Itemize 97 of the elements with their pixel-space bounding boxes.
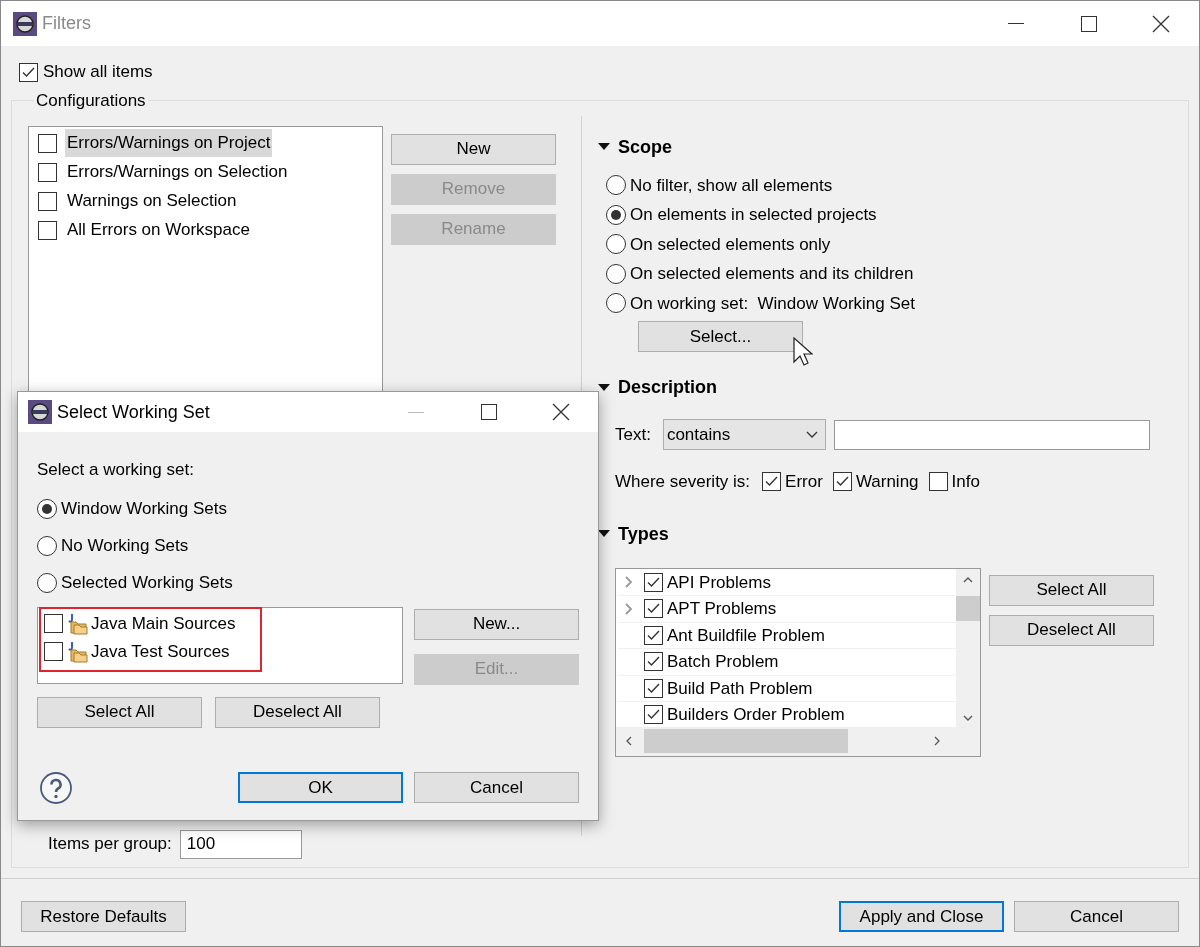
scroll-left-icon[interactable] [626, 736, 632, 746]
radio-button[interactable] [37, 499, 57, 519]
checkbox[interactable] [832, 472, 852, 492]
java-folder-icon [66, 640, 88, 663]
checkbox[interactable] [38, 191, 57, 211]
checkbox[interactable] [44, 614, 63, 633]
scrollbar-thumb[interactable] [644, 729, 848, 753]
checkbox[interactable] [644, 652, 663, 672]
maximize-icon[interactable] [1081, 15, 1097, 32]
expanded-triangle-icon[interactable] [598, 143, 610, 151]
app-icon [28, 400, 52, 424]
radio-label: No filter, show all elements [630, 174, 833, 197]
radio-button[interactable] [37, 536, 57, 556]
dialog-title: Select Working Set [57, 400, 210, 424]
match-dropdown[interactable]: contains [662, 419, 826, 450]
close-icon[interactable] [552, 403, 570, 421]
button[interactable]: Apply and Close [839, 901, 1004, 932]
checkbox-label: Warning [855, 471, 919, 493]
prompt-text: Select a working set: [37, 459, 195, 481]
expanded-triangle-icon[interactable] [598, 383, 610, 392]
radio-label: Window Working Sets [61, 498, 227, 521]
field-label: Text: [615, 423, 651, 446]
radio-label: On working set: Window Working Set [630, 292, 915, 315]
button[interactable]: New... [414, 608, 579, 640]
button[interactable]: OK [238, 772, 403, 803]
help-icon[interactable] [40, 771, 72, 804]
button[interactable]: Deselect All [215, 696, 380, 728]
maximize-icon[interactable] [481, 404, 497, 420]
window-title: Filters [42, 12, 91, 35]
radio-label: On selected elements and its children [630, 263, 914, 285]
field-label: Items per group: [48, 833, 172, 856]
tree-item[interactable]: APT Problems [667, 596, 777, 622]
scrollbar-thumb[interactable] [956, 595, 980, 621]
java-folder-icon [66, 612, 88, 635]
chevron-right-icon[interactable] [625, 602, 633, 615]
checkbox[interactable] [644, 599, 663, 619]
section-title: Description [618, 376, 718, 399]
list-item[interactable]: All Errors on Workspace [65, 216, 252, 244]
expanded-triangle-icon[interactable] [598, 530, 610, 538]
checkbox[interactable] [19, 62, 38, 82]
tree-item[interactable]: Batch Problem [667, 649, 779, 675]
checkbox[interactable] [38, 162, 57, 182]
vertical-scrollbar[interactable] [956, 568, 980, 727]
button[interactable]: Deselect All [989, 614, 1154, 646]
mouse-pointer-icon [793, 337, 813, 367]
field-label: Where severity is: [615, 471, 751, 493]
checkbox[interactable] [644, 625, 663, 645]
list-item[interactable]: Java Main Sources [91, 610, 236, 637]
checkbox[interactable] [644, 572, 663, 592]
checkbox[interactable] [38, 220, 57, 240]
radio-button[interactable] [606, 293, 626, 314]
radio-button[interactable] [606, 234, 626, 255]
checkbox[interactable] [644, 678, 663, 698]
radio-button[interactable] [606, 175, 626, 196]
radio-label: On selected elements only [630, 233, 831, 256]
section-title: Scope [618, 135, 673, 159]
button[interactable]: Cancel [1014, 901, 1179, 932]
radio-label: Selected Working Sets [61, 572, 233, 595]
list-item[interactable]: Errors/Warnings on Project [65, 129, 273, 157]
checkbox[interactable] [928, 472, 948, 492]
button[interactable]: Select All [37, 696, 202, 728]
scroll-down-icon[interactable] [963, 714, 973, 721]
list-item[interactable]: Errors/Warnings on Selection [65, 158, 290, 186]
items-per-group-field[interactable]: 100 [179, 829, 302, 859]
list-item[interactable]: Java Test Sources [91, 638, 230, 665]
button[interactable]: Restore Defaults [21, 901, 186, 932]
group-title: Configurations [35, 90, 147, 112]
button[interactable]: Select... [638, 321, 803, 352]
app-icon [13, 11, 37, 36]
chevron-right-icon[interactable] [625, 576, 633, 589]
tree-item[interactable]: Build Path Problem [667, 675, 813, 701]
tree-item[interactable]: Ant Buildfile Problem [667, 622, 825, 648]
scroll-up-icon[interactable] [963, 576, 973, 583]
checkbox[interactable] [762, 472, 782, 492]
chevron-down-icon [805, 431, 818, 438]
radio-button[interactable] [606, 204, 626, 225]
close-icon[interactable] [1152, 14, 1170, 33]
tree-item[interactable]: Builders Order Problem [667, 702, 845, 728]
tree-item[interactable]: API Problems [667, 569, 771, 595]
button[interactable]: Cancel [414, 772, 579, 803]
horizontal-scrollbar[interactable] [616, 726, 980, 756]
radio-button[interactable] [37, 573, 57, 593]
button[interactable]: New [391, 133, 556, 165]
checkbox[interactable] [38, 133, 57, 153]
radio-label: On elements in selected projects [630, 204, 877, 226]
radio-button[interactable] [606, 263, 626, 284]
checkbox[interactable] [644, 705, 663, 725]
checkbox[interactable] [44, 642, 63, 661]
section-title: Types [618, 522, 669, 546]
list-item[interactable]: Warnings on Selection [65, 187, 239, 215]
checkbox-label: Show all items [43, 61, 153, 84]
checkbox-label: Info [951, 471, 980, 493]
checkbox-label: Error [785, 471, 823, 493]
button[interactable]: Select All [989, 574, 1154, 606]
text-field[interactable] [833, 419, 1150, 450]
scroll-right-icon[interactable] [934, 736, 940, 746]
radio-label: No Working Sets [61, 535, 189, 558]
